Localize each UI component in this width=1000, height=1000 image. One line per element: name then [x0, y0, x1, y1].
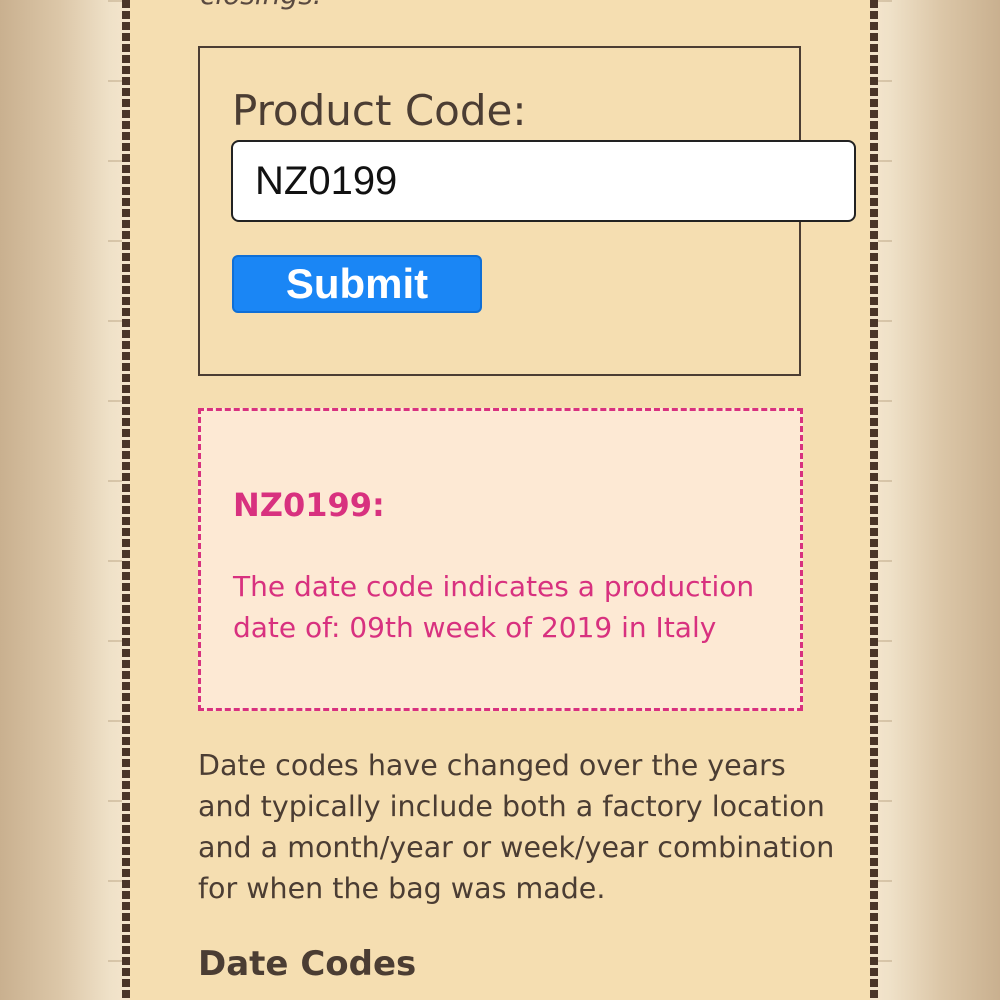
- stitched-border-left: [122, 0, 130, 1000]
- date-codes-heading: Date Codes: [198, 944, 417, 984]
- result-message: The date code indicates a production dat…: [233, 570, 755, 644]
- product-code-label: Product Code:: [232, 86, 527, 135]
- product-code-input[interactable]: [231, 140, 856, 222]
- previous-text-snippet: closings.: [200, 0, 322, 11]
- result-code: NZ0199:: [233, 486, 385, 524]
- monogram-pattern-right: [878, 0, 892, 1000]
- result-box: [198, 408, 803, 711]
- stitched-border-right: [870, 0, 878, 1000]
- monogram-pattern-left: [108, 0, 122, 1000]
- submit-button[interactable]: Submit: [232, 255, 482, 313]
- info-paragraph: Date codes have changed over the years a…: [198, 749, 835, 905]
